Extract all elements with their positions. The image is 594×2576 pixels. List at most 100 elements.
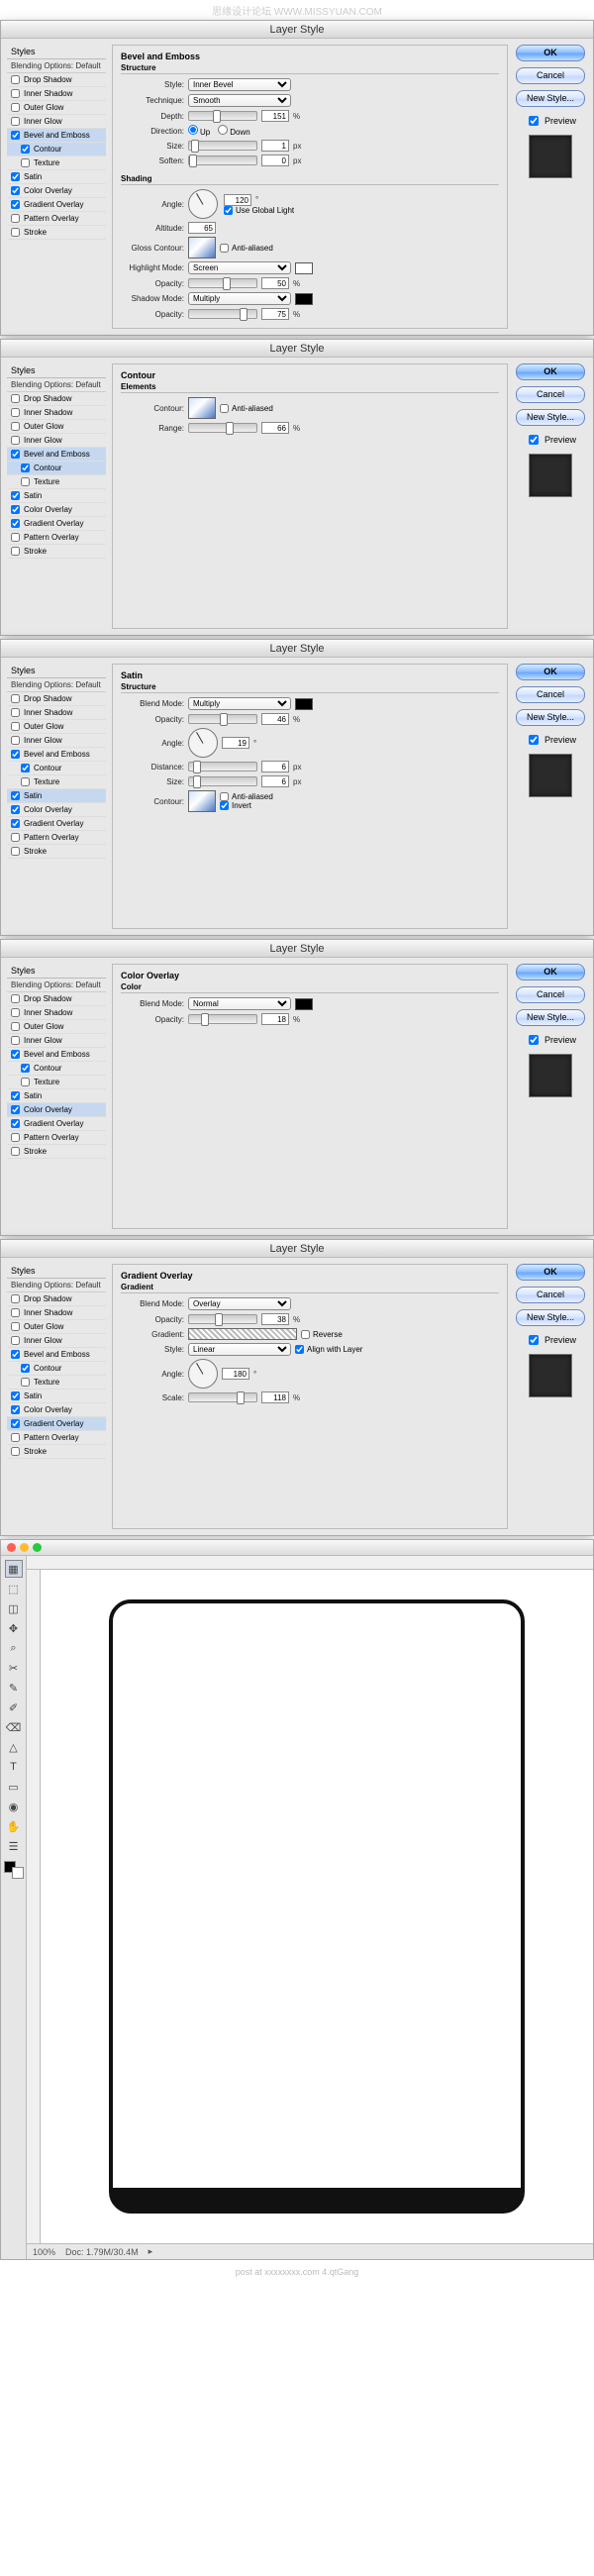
style-checkbox[interactable] [11,1336,20,1345]
style-checkbox[interactable] [11,819,20,828]
style-item-drop-shadow[interactable]: Drop Shadow [7,992,106,1006]
style-item-stroke[interactable]: Stroke [7,1145,106,1159]
style-item-pattern-overlay[interactable]: Pattern Overlay [7,1131,106,1145]
style-checkbox[interactable] [11,394,20,403]
style-item-gradient-overlay[interactable]: Gradient Overlay [7,198,106,212]
style-item-outer-glow[interactable]: Outer Glow [7,1320,106,1334]
style-item-bevel-and-emboss[interactable]: Bevel and Emboss [7,129,106,143]
slider[interactable] [188,1314,257,1324]
dropdown[interactable]: Multiply [188,697,291,710]
new-style-button[interactable]: New Style... [516,709,585,726]
style-item-outer-glow[interactable]: Outer Glow [7,1020,106,1034]
style-item-stroke[interactable]: Stroke [7,226,106,240]
style-checkbox[interactable] [21,777,30,786]
antialias-checkbox[interactable] [220,404,229,413]
style-checkbox[interactable] [11,117,20,126]
slider[interactable] [188,423,257,433]
value-input[interactable]: 118 [261,1391,289,1403]
value-input[interactable]: 1 [261,140,289,152]
value-input[interactable]: 46 [261,713,289,725]
style-item-drop-shadow[interactable]: Drop Shadow [7,692,106,706]
contour-picker[interactable] [188,790,216,812]
new-style-button[interactable]: New Style... [516,409,585,426]
new-style-button[interactable]: New Style... [516,1309,585,1326]
cancel-button[interactable]: Cancel [516,67,585,84]
preview-checkbox[interactable]: Preview [525,732,576,748]
tool-icon[interactable]: ⬚ [5,1580,23,1597]
style-item-drop-shadow[interactable]: Drop Shadow [7,1292,106,1306]
style-item-satin[interactable]: Satin [7,170,106,184]
blending-options[interactable]: Blending Options: Default [7,678,106,692]
cancel-button[interactable]: Cancel [516,386,585,403]
tool-icon[interactable]: ✂ [5,1659,23,1677]
angle-dial[interactable] [188,728,218,758]
close-icon[interactable] [7,1543,16,1552]
color-wells[interactable] [4,1861,24,1879]
value-input[interactable]: 38 [261,1313,289,1325]
style-checkbox[interactable] [11,214,20,223]
style-item-color-overlay[interactable]: Color Overlay [7,184,106,198]
style-checkbox[interactable] [11,1447,20,1456]
new-style-button[interactable]: New Style... [516,1009,585,1026]
style-item-inner-glow[interactable]: Inner Glow [7,1334,106,1348]
style-item-drop-shadow[interactable]: Drop Shadow [7,73,106,87]
value-input[interactable]: 6 [261,761,289,773]
style-item-drop-shadow[interactable]: Drop Shadow [7,392,106,406]
style-checkbox[interactable] [11,1105,20,1114]
style-checkbox[interactable] [11,408,20,417]
style-checkbox[interactable] [11,750,20,759]
antialias-checkbox[interactable] [220,792,229,801]
global-light-checkbox[interactable] [224,206,233,215]
style-item-outer-glow[interactable]: Outer Glow [7,420,106,434]
style-item-gradient-overlay[interactable]: Gradient Overlay [7,1417,106,1431]
style-item-texture[interactable]: Texture [7,1076,106,1089]
new-style-button[interactable]: New Style... [516,90,585,107]
angle-dial[interactable] [188,189,218,219]
angle-input[interactable]: 19 [222,737,249,749]
style-checkbox[interactable] [11,994,20,1003]
style-checkbox[interactable] [11,833,20,842]
style-item-satin[interactable]: Satin [7,1089,106,1103]
style-item-inner-glow[interactable]: Inner Glow [7,1034,106,1048]
style-item-pattern-overlay[interactable]: Pattern Overlay [7,212,106,226]
style-item-color-overlay[interactable]: Color Overlay [7,503,106,517]
value-input[interactable]: 151 [261,110,289,122]
style-checkbox[interactable] [11,791,20,800]
style-item-bevel-and-emboss[interactable]: Bevel and Emboss [7,1048,106,1062]
preview-checkbox[interactable]: Preview [525,432,576,448]
dropdown[interactable]: Normal [188,997,291,1010]
style-checkbox[interactable] [21,764,30,773]
tool-icon[interactable]: ▭ [5,1778,23,1796]
style-item-outer-glow[interactable]: Outer Glow [7,101,106,115]
style-item-bevel-and-emboss[interactable]: Bevel and Emboss [7,1348,106,1362]
value-input[interactable]: 18 [261,1013,289,1025]
style-checkbox[interactable] [11,1350,20,1359]
style-item-inner-shadow[interactable]: Inner Shadow [7,706,106,720]
tool-icon[interactable]: ⌫ [5,1718,23,1736]
style-item-inner-glow[interactable]: Inner Glow [7,434,106,448]
style-checkbox[interactable] [11,131,20,140]
style-checkbox[interactable] [11,805,20,814]
blending-options[interactable]: Blending Options: Default [7,1279,106,1292]
style-checkbox[interactable] [11,694,20,703]
style-checkbox[interactable] [11,1008,20,1017]
style-checkbox[interactable] [21,158,30,167]
style-item-satin[interactable]: Satin [7,789,106,803]
style-checkbox[interactable] [21,1378,30,1387]
color-swatch[interactable] [295,262,313,274]
value-input[interactable]: 50 [261,277,289,289]
style-checkbox[interactable] [11,1308,20,1317]
style-checkbox[interactable] [11,1433,20,1442]
value-input[interactable]: 66 [261,422,289,434]
style-checkbox[interactable] [11,736,20,745]
style-item-color-overlay[interactable]: Color Overlay [7,1403,106,1417]
contour-picker[interactable] [188,397,216,419]
dialog-title[interactable]: Layer Style [1,340,593,358]
tool-icon[interactable]: ✥ [5,1619,23,1637]
style-item-pattern-overlay[interactable]: Pattern Overlay [7,531,106,545]
tool-icon[interactable]: ◫ [5,1599,23,1617]
style-checkbox[interactable] [21,1078,30,1086]
contour-picker[interactable] [188,237,216,258]
style-item-satin[interactable]: Satin [7,1390,106,1403]
style-checkbox[interactable] [11,722,20,731]
